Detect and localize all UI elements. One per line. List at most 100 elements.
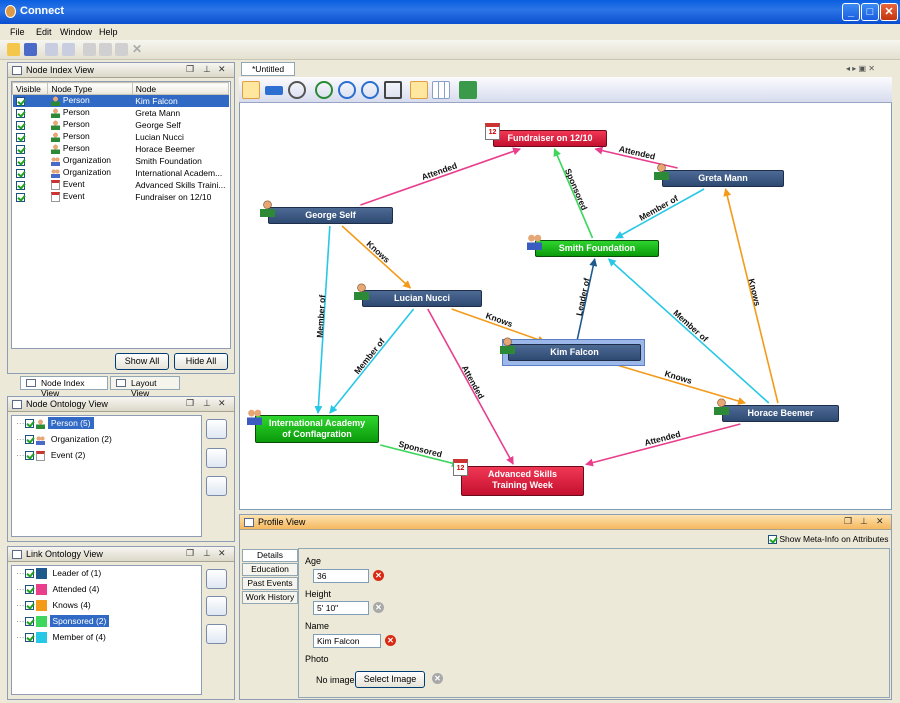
graph-canvas[interactable]: Attended Sponsored Attended Member of Knows M…	[239, 77, 892, 510]
visible-cell[interactable]	[13, 143, 48, 155]
editor-tab-controls[interactable]: ◂ ▸ ▣ ✕	[846, 64, 875, 73]
visible-checkbox[interactable]	[15, 144, 25, 154]
undo-icon[interactable]	[45, 43, 58, 56]
visible-cell[interactable]	[13, 155, 48, 167]
visible-checkbox[interactable]	[15, 168, 25, 178]
visible-checkbox[interactable]	[15, 156, 25, 166]
add-node-type-button[interactable]	[206, 419, 227, 439]
meta-info-checkbox[interactable]: Show Meta-Info on Attributes	[768, 534, 889, 545]
profile-tab-past-events[interactable]: Past Events	[242, 577, 298, 590]
visible-cell[interactable]	[13, 167, 48, 179]
edge-kim-horace[interactable]	[609, 362, 746, 405]
visible-cell[interactable]	[13, 131, 48, 143]
node-kim[interactable]: Kim Falcon	[508, 344, 641, 361]
panel-close-icon[interactable]: ✕	[876, 516, 884, 527]
node-greta[interactable]: Greta Mann	[662, 170, 784, 187]
add-link-type-button[interactable]	[206, 569, 227, 589]
node-horace[interactable]: Horace Beemer	[722, 405, 839, 422]
open-folder-icon[interactable]	[7, 43, 20, 56]
col-node-type[interactable]: Node Type	[47, 82, 133, 95]
col-node[interactable]: Node	[131, 82, 230, 95]
zoom-icon[interactable]	[338, 81, 356, 99]
delete-icon[interactable]: ✕	[132, 43, 145, 56]
remove-age-icon[interactable]: ✕	[373, 570, 384, 581]
profile-tab-details[interactable]: Details	[242, 549, 298, 562]
pin-icon[interactable]: ⊥	[860, 516, 868, 527]
link-type-item[interactable]: ⋯ Sponsored (2)	[16, 615, 110, 629]
name-field[interactable]: Kim Falcon	[313, 634, 381, 648]
table-row[interactable]: Organization International Academ...	[13, 167, 229, 179]
pin-icon[interactable]: ⊥	[203, 64, 211, 75]
edge-greta-smith[interactable]	[615, 188, 705, 239]
link-type-item[interactable]: ⋯ Attended (4)	[16, 584, 102, 597]
restore-icon[interactable]: ❐	[844, 516, 852, 527]
link-type-checkbox[interactable]	[24, 633, 34, 643]
node-type-item[interactable]: ⋯ Event (2)	[16, 450, 88, 463]
link-type-checkbox[interactable]	[24, 601, 34, 611]
pin-icon[interactable]: ⊥	[203, 398, 211, 409]
export-icon[interactable]	[459, 81, 477, 99]
visible-checkbox[interactable]	[15, 96, 25, 106]
table-row[interactable]: Person Lucian Nucci	[13, 131, 229, 143]
meta-info-check[interactable]	[768, 535, 777, 545]
table-row[interactable]: Person Greta Mann	[13, 107, 229, 119]
node-lucian[interactable]: Lucian Nucci	[362, 290, 482, 307]
link-type-item[interactable]: ⋯ Knows (4)	[16, 600, 94, 613]
visible-checkbox[interactable]	[15, 132, 25, 142]
panel-close-icon[interactable]: ✕	[218, 398, 226, 409]
minimize-button[interactable]: _	[842, 3, 860, 21]
node-george[interactable]: George Self	[268, 207, 393, 224]
table-row[interactable]: Event Advanced Skills Traini...	[13, 179, 229, 191]
zoom-out-icon[interactable]	[361, 81, 379, 99]
link-type-item[interactable]: ⋯ Leader of (1)	[16, 568, 104, 581]
select-pointer-icon[interactable]	[242, 81, 260, 99]
node-smith[interactable]: Smith Foundation	[535, 240, 659, 257]
node-type-checkbox[interactable]	[24, 435, 34, 445]
redo-icon[interactable]	[62, 43, 75, 56]
node-type-checkbox[interactable]	[24, 419, 34, 429]
visible-cell[interactable]	[13, 119, 48, 131]
visible-cell[interactable]	[13, 107, 48, 119]
visible-cell[interactable]	[12, 94, 48, 107]
show-all-button[interactable]: Show All	[115, 353, 169, 370]
node-type-checkbox[interactable]	[24, 451, 34, 461]
table-row[interactable]: Person Horace Beemer	[13, 143, 229, 155]
table-row[interactable]: Person Kim Falcon	[12, 94, 229, 107]
table-row[interactable]: Organization Smith Foundation	[13, 155, 229, 167]
node-intl[interactable]: International Academy of Conflagration	[255, 415, 379, 443]
node-fund[interactable]: Fundraiser on 12/10	[493, 130, 607, 147]
menu-help[interactable]: Help	[99, 27, 118, 37]
restore-icon[interactable]: ❐	[186, 548, 194, 559]
edit-node-type-button[interactable]	[206, 448, 227, 468]
edge-george-fund[interactable]	[360, 147, 522, 206]
restore-icon[interactable]: ❐	[186, 64, 194, 75]
add-icon[interactable]	[83, 43, 96, 56]
remove-photo-icon[interactable]: ✕	[432, 673, 443, 684]
select-image-button[interactable]: Select Image	[355, 671, 425, 688]
add-node-icon[interactable]	[265, 86, 283, 95]
age-field[interactable]: 36	[313, 569, 369, 583]
layout-toggle-icon[interactable]	[410, 81, 428, 99]
link-type-checkbox[interactable]	[24, 585, 34, 595]
visible-checkbox[interactable]	[15, 180, 25, 190]
height-field[interactable]: 5' 10"	[313, 601, 369, 615]
panel-close-icon[interactable]: ✕	[218, 548, 226, 559]
remove-name-icon[interactable]: ✕	[385, 635, 396, 646]
link-type-checkbox[interactable]	[24, 569, 34, 579]
edit-link-type-button[interactable]	[206, 596, 227, 616]
menu-window[interactable]: Window	[60, 27, 92, 37]
close-button[interactable]: ✕	[880, 3, 898, 21]
link-type-checkbox[interactable]	[24, 617, 34, 627]
visible-checkbox[interactable]	[15, 192, 25, 202]
tab-untitled-graph[interactable]: *Untitled	[241, 62, 295, 76]
menu-edit[interactable]: Edit	[36, 27, 52, 37]
pin-icon[interactable]: ⊥	[203, 548, 211, 559]
node-type-item[interactable]: ⋯ Organization (2)	[16, 434, 115, 447]
remove-height-icon[interactable]: ✕	[373, 602, 384, 613]
add-link-icon[interactable]	[288, 81, 306, 99]
visible-cell[interactable]	[13, 191, 48, 203]
visible-cell[interactable]	[13, 179, 48, 191]
copy-icon[interactable]	[99, 43, 112, 56]
menu-file[interactable]: File	[10, 27, 25, 37]
col-visible[interactable]: Visible	[11, 82, 49, 95]
